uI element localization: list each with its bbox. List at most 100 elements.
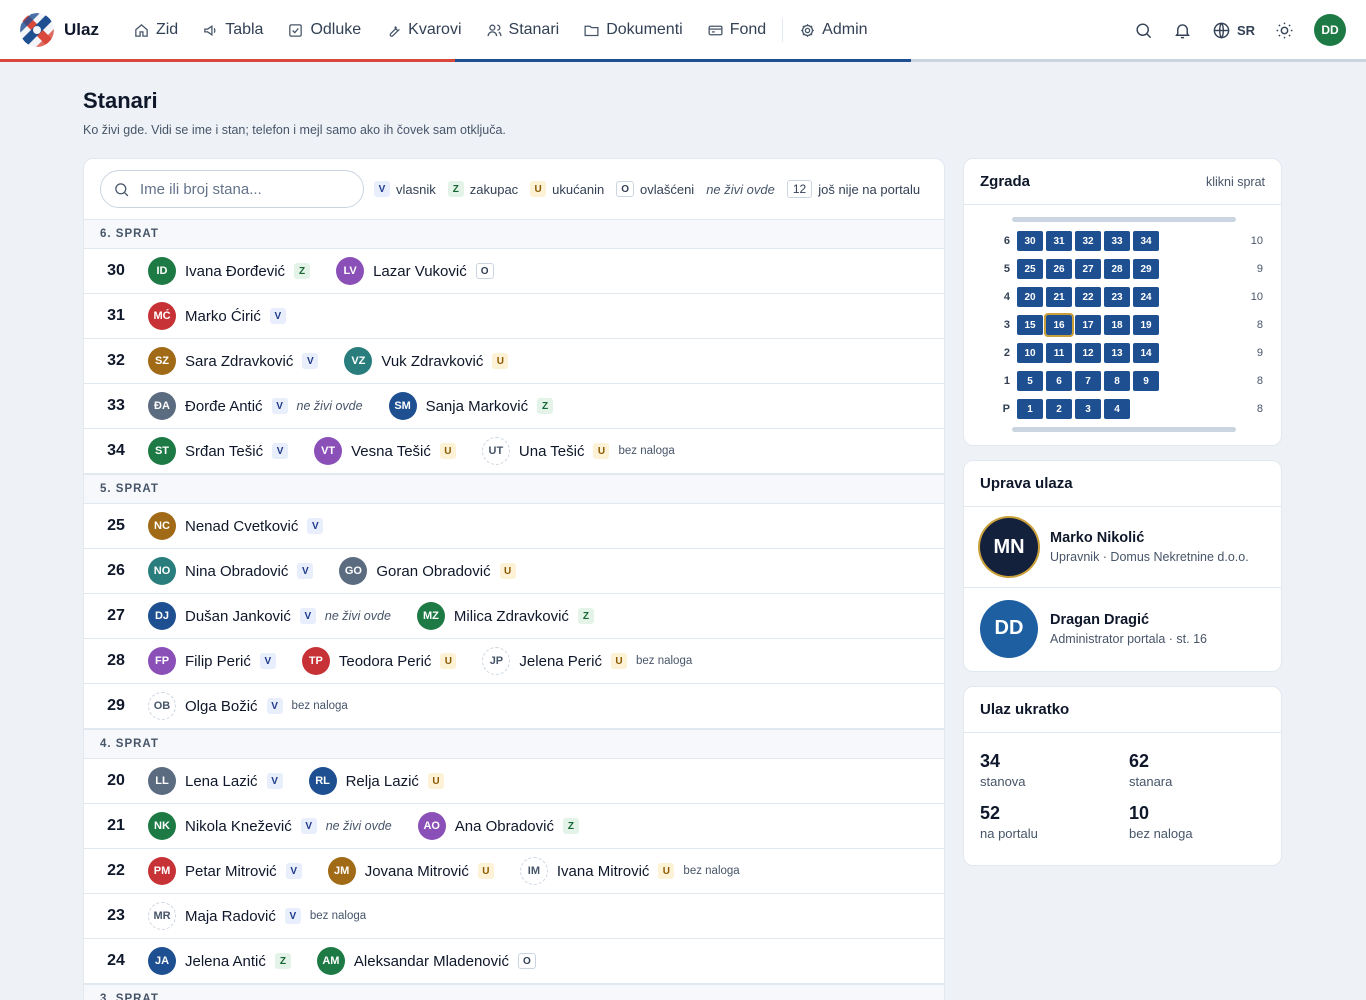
building-unit[interactable]: 14 [1133, 343, 1159, 363]
resident[interactable]: DJ Dušan Janković Vne živi ovde [148, 602, 391, 630]
building-unit[interactable]: 11 [1046, 343, 1072, 363]
building-unit[interactable]: 6 [1046, 371, 1072, 391]
resident[interactable]: JP Jelena Perić Ubez naloga [482, 647, 692, 675]
building-floor-row[interactable]: 5 25 26 27 28 29 9 [964, 258, 1281, 280]
building-unit[interactable]: 3 [1075, 399, 1101, 419]
resident[interactable]: NO Nina Obradović V [148, 557, 314, 585]
user-avatar[interactable]: DD [1314, 14, 1346, 46]
resident[interactable]: PM Petar Mitrović V [148, 857, 302, 885]
building-unit[interactable]: 1 [1017, 399, 1043, 419]
building-unit[interactable]: 2 [1046, 399, 1072, 419]
building-unit[interactable]: 18 [1104, 315, 1130, 335]
building-unit[interactable]: 24 [1133, 287, 1159, 307]
building-unit[interactable]: 22 [1075, 287, 1101, 307]
management-person[interactable]: MN Marko Nikolić Upravnik · Domus Nekretni… [964, 507, 1281, 588]
language-button[interactable]: SR [1212, 21, 1255, 40]
building-unit[interactable]: 27 [1075, 259, 1101, 279]
building-unit[interactable]: 8 [1104, 371, 1130, 391]
resident[interactable]: JM Jovana Mitrović U [327, 857, 494, 885]
resident[interactable]: AM Aleksandar Mladenović O [316, 947, 536, 975]
search-input[interactable] [140, 180, 350, 198]
building-unit[interactable]: 16 [1044, 313, 1074, 337]
resident[interactable]: VT Vesna Tešić U [314, 437, 456, 465]
management-person[interactable]: DD Dragan Dragić Administrator portala · s… [964, 588, 1281, 669]
building-unit[interactable]: 34 [1133, 231, 1159, 251]
resident[interactable]: RL Relja Lazić U [308, 767, 444, 795]
resident[interactable]: LV Lazar Vuković O [336, 257, 494, 285]
apartment-row[interactable]: 28 FP Filip Perić V TP Teodora Perić U JP Jelena… [84, 639, 944, 684]
building-unit[interactable]: 9 [1133, 371, 1159, 391]
building-floor-row[interactable]: 2 10 11 12 13 14 9 [964, 342, 1281, 364]
building-unit[interactable]: 19 [1133, 315, 1159, 335]
nav-item-fond[interactable]: Fond [695, 0, 778, 60]
resident[interactable]: MĆ Marko Ćirić V [148, 302, 286, 330]
building-unit[interactable]: 7 [1075, 371, 1101, 391]
building-unit[interactable]: 21 [1046, 287, 1072, 307]
building-floor-row[interactable]: 3 15 16 17 18 19 8 [964, 313, 1281, 337]
search-button[interactable] [1134, 21, 1153, 40]
resident[interactable]: ID Ivana Đorđević Z [148, 257, 311, 285]
theme-toggle[interactable] [1275, 21, 1294, 40]
nav-item-kvarovi[interactable]: Kvarovi [373, 0, 473, 60]
building-unit[interactable]: 13 [1104, 343, 1130, 363]
building-unit[interactable]: 33 [1104, 231, 1130, 251]
resident[interactable]: JA Jelena Antić Z [148, 947, 291, 975]
resident[interactable]: TP Teodora Perić U [301, 647, 457, 675]
building-unit[interactable]: 25 [1017, 259, 1043, 279]
resident[interactable]: SZ Sara Zdravković V [148, 347, 319, 375]
building-unit[interactable]: 31 [1046, 231, 1072, 251]
building-unit[interactable]: 5 [1017, 371, 1043, 391]
building-unit[interactable]: 20 [1017, 287, 1043, 307]
resident[interactable]: SM Sanja Marković Z [388, 392, 554, 420]
building-unit[interactable]: 32 [1075, 231, 1101, 251]
building-floor-row[interactable]: 6 30 31 32 33 34 10 [964, 230, 1281, 252]
apartment-row[interactable]: 29 OB Olga Božić Vbez naloga [84, 684, 944, 729]
building-unit[interactable]: 17 [1075, 315, 1101, 335]
brand[interactable]: Ulaz [20, 13, 99, 47]
resident[interactable]: MZ Milica Zdravković Z [416, 602, 594, 630]
resident[interactable]: ST Srđan Tešić V [148, 437, 289, 465]
apartment-row[interactable]: 20 LL Lena Lazić V RL Relja Lazić U [84, 759, 944, 804]
resident[interactable]: LL Lena Lazić V [148, 767, 283, 795]
apartment-row[interactable]: 33 ĐA Đorđe Antić Vne živi ovde SM Sanja Mark… [84, 384, 944, 429]
apartment-row[interactable]: 23 MR Maja Radović Vbez naloga [84, 894, 944, 939]
apartment-row[interactable]: 27 DJ Dušan Janković Vne živi ovde MZ Milica … [84, 594, 944, 639]
apartment-row[interactable]: 22 PM Petar Mitrović V JM Jovana Mitrović U IM I… [84, 849, 944, 894]
building-floor-row[interactable]: 1567898 [964, 370, 1281, 392]
nav-item-odluke[interactable]: Odluke [275, 0, 373, 60]
apartment-row[interactable]: 24 JA Jelena Antić Z AM Aleksandar Mladenović… [84, 939, 944, 984]
nav-item-dokumenti[interactable]: Dokumenti [571, 0, 694, 60]
apartment-row[interactable]: 30 ID Ivana Đorđević Z LV Lazar Vuković O [84, 249, 944, 294]
apartment-row[interactable]: 21 NK Nikola Knežević Vne živi ovde AO Ana Ob… [84, 804, 944, 849]
building-unit[interactable]: 29 [1133, 259, 1159, 279]
resident[interactable]: NK Nikola Knežević Vne živi ovde [148, 812, 392, 840]
nav-item-admin[interactable]: Admin [787, 0, 879, 60]
building-unit[interactable]: 15 [1017, 315, 1043, 335]
resident[interactable]: UT Una Tešić Ubez naloga [481, 437, 675, 465]
apartment-row[interactable]: 26 NO Nina Obradović V GO Goran Obradović U [84, 549, 944, 594]
apartment-row[interactable]: 31 MĆ Marko Ćirić V [84, 294, 944, 339]
resident[interactable]: NC Nenad Cvetković V [148, 512, 324, 540]
apartment-row[interactable]: 34 ST Srđan Tešić V VT Vesna Tešić U UT Una Teši… [84, 429, 944, 474]
resident[interactable]: GO Goran Obradović U [339, 557, 516, 585]
resident[interactable]: AO Ana Obradović Z [417, 812, 579, 840]
apartment-row[interactable]: 25 NC Nenad Cvetković V [84, 504, 944, 549]
building-unit[interactable]: 30 [1017, 231, 1043, 251]
building-floor-row[interactable]: 4 20 21 22 23 24 10 [964, 286, 1281, 308]
building-unit[interactable]: 26 [1046, 259, 1072, 279]
resident[interactable]: VZ Vuk Zdravković U [344, 347, 509, 375]
building-unit[interactable]: 4 [1104, 399, 1130, 419]
search-box[interactable] [100, 170, 364, 208]
apartment-row[interactable]: 32 SZ Sara Zdravković V VZ Vuk Zdravković U [84, 339, 944, 384]
building-unit[interactable]: 12 [1075, 343, 1101, 363]
resident[interactable]: OB Olga Božić Vbez naloga [148, 692, 348, 720]
resident[interactable]: FP Filip Perić V [148, 647, 276, 675]
notifications-button[interactable] [1173, 21, 1192, 40]
resident[interactable]: MR Maja Radović Vbez naloga [148, 902, 366, 930]
nav-item-tabla[interactable]: Tabla [190, 0, 275, 60]
resident[interactable]: ĐA Đorđe Antić Vne živi ovde [148, 392, 363, 420]
building-unit[interactable]: 28 [1104, 259, 1130, 279]
building-unit[interactable]: 10 [1017, 343, 1043, 363]
resident[interactable]: IM Ivana Mitrović Ubez naloga [519, 857, 740, 885]
building-floor-row[interactable]: P12348 [964, 398, 1281, 420]
